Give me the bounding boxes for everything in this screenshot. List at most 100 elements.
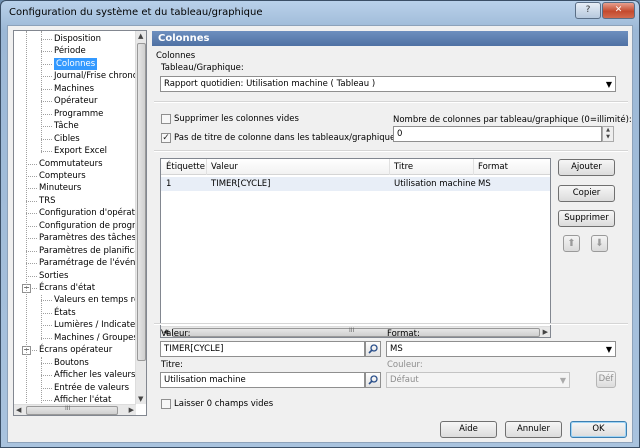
tree-item[interactable]: Paramètres de planificatio bbox=[39, 245, 146, 257]
spin-up-icon[interactable]: ▲ bbox=[603, 127, 613, 134]
tree-item[interactable]: Configuration d'opérateur bbox=[39, 207, 146, 219]
titre-lookup-button[interactable] bbox=[365, 372, 381, 388]
search-icon bbox=[368, 375, 378, 385]
close-button[interactable]: ✕ bbox=[602, 2, 635, 19]
copier-button[interactable]: Copier bbox=[558, 185, 615, 202]
chevron-down-icon: ▼ bbox=[605, 345, 612, 354]
tree-item[interactable]: TRS bbox=[39, 195, 56, 207]
tree-item[interactable]: Disposition bbox=[54, 33, 101, 45]
spin-down-icon[interactable]: ▼ bbox=[603, 134, 613, 141]
tree-item[interactable]: Machines / Groupes bbox=[54, 332, 138, 344]
tree-vertical-scrollbar[interactable]: ▲ ▼ bbox=[135, 31, 146, 404]
annuler-button[interactable]: Annuler bbox=[505, 421, 562, 438]
tree-item[interactable]: Paramétrage de l'événeme bbox=[39, 257, 146, 269]
num-cols-input[interactable]: 0 bbox=[393, 126, 602, 142]
window-title: Configuration du système et du tableau/g… bbox=[9, 7, 263, 18]
scroll-left-arrow-icon[interactable]: ◀ bbox=[16, 406, 21, 414]
tree-item[interactable]: Paramètres des tâches bbox=[39, 232, 136, 244]
column-separator[interactable] bbox=[206, 159, 207, 175]
tree-item[interactable]: Écrans d'état bbox=[39, 282, 95, 294]
aide-button[interactable]: Aide bbox=[440, 421, 497, 438]
tree-connector bbox=[41, 337, 52, 339]
tree-item[interactable]: Valeurs en temps réel bbox=[54, 294, 146, 306]
tree-item[interactable]: Configuration de programm bbox=[39, 220, 146, 232]
grid-horizontal-scrollbar[interactable]: ◀ III ▶ bbox=[161, 326, 550, 337]
scroll-grip-icon: III bbox=[65, 405, 71, 412]
tree-item[interactable]: Commutateurs bbox=[39, 158, 103, 170]
grid-hscroll-thumb[interactable]: III bbox=[172, 327, 540, 337]
search-icon bbox=[368, 344, 378, 354]
tree-item[interactable]: Colonnes bbox=[54, 57, 98, 70]
column-separator[interactable] bbox=[473, 159, 474, 175]
tree-item[interactable]: Entrée de valeurs bbox=[54, 382, 129, 394]
format-select[interactable]: MS ▼ bbox=[386, 341, 616, 357]
tree-scroll-thumb[interactable] bbox=[137, 43, 146, 361]
tableau-select[interactable]: Rapport quotidien: Utilisation machine (… bbox=[160, 76, 616, 92]
tree-item[interactable]: Afficher les valeurs bbox=[54, 369, 135, 381]
tree-connector bbox=[26, 175, 37, 177]
move-down-arrow-icon[interactable]: ⬇ bbox=[591, 235, 608, 252]
column-separator[interactable] bbox=[389, 159, 390, 175]
tree-guide bbox=[26, 31, 27, 403]
col-header-titre[interactable]: Titre bbox=[394, 162, 413, 172]
no-title-checkbox[interactable]: ✓ bbox=[161, 133, 171, 143]
scroll-up-arrow-icon[interactable]: ▲ bbox=[138, 32, 143, 40]
tree-connector bbox=[41, 63, 52, 65]
col-header-etiquette[interactable]: Étiquette bbox=[166, 162, 205, 172]
help-button[interactable]: ? bbox=[575, 2, 601, 19]
tree-hscroll-thumb[interactable]: III bbox=[26, 405, 118, 415]
no-title-label: Pas de titre de colonne dans les tableau… bbox=[174, 133, 400, 143]
ok-button[interactable]: OK bbox=[570, 421, 627, 438]
scroll-grip-icon: III bbox=[349, 327, 355, 334]
settings-tree[interactable]: Disposition Période Colonnes Journal/Frise … bbox=[13, 30, 147, 416]
suppress-empty-label: Supprimer les colonnes vides bbox=[174, 114, 299, 124]
divider bbox=[154, 323, 628, 325]
tree-item[interactable]: Minuteurs bbox=[39, 182, 81, 194]
tree-horizontal-scrollbar[interactable]: ◀ III ▶ bbox=[14, 404, 136, 415]
move-up-arrow-icon[interactable]: ⬆ bbox=[563, 235, 580, 252]
tree-item[interactable]: Écrans opérateur bbox=[39, 344, 112, 356]
zero-fields-checkbox[interactable] bbox=[161, 399, 171, 409]
columns-grid[interactable]: Étiquette Valeur Titre Format 1 TIMER[CY… bbox=[160, 158, 551, 338]
tree-item[interactable]: Programme bbox=[54, 108, 103, 120]
tree-item[interactable]: Machines bbox=[54, 83, 94, 95]
titre-input[interactable]: Utilisation machine bbox=[160, 372, 365, 388]
scroll-right-arrow-icon[interactable]: ▶ bbox=[129, 406, 134, 414]
tree-guide bbox=[41, 31, 42, 153]
table-row[interactable]: 1 TIMER[CYCLE] Utilisation machine MS bbox=[161, 177, 550, 191]
supprimer-button[interactable]: Supprimer bbox=[558, 210, 615, 227]
tree-connector bbox=[41, 101, 52, 103]
tree-item[interactable]: Boutons bbox=[54, 357, 89, 369]
tree-connector bbox=[41, 400, 52, 402]
tree-connector bbox=[41, 151, 52, 153]
tree-item[interactable]: Compteurs bbox=[39, 170, 86, 182]
cell-titre: Utilisation machine bbox=[394, 179, 476, 189]
tree-item[interactable]: Tâche bbox=[54, 120, 79, 132]
num-cols-spinner[interactable]: ▲ ▼ bbox=[602, 126, 614, 142]
tree-connector bbox=[41, 76, 52, 78]
suppress-empty-checkbox[interactable] bbox=[161, 114, 171, 124]
title-bar[interactable]: Configuration du système et du tableau/g… bbox=[1, 1, 639, 25]
valeur-lookup-button[interactable] bbox=[365, 341, 381, 357]
col-header-format[interactable]: Format bbox=[478, 162, 508, 172]
tableau-label: Tableau/Graphique: bbox=[161, 63, 244, 73]
ajouter-button[interactable]: Ajouter bbox=[558, 159, 615, 176]
col-header-valeur[interactable]: Valeur bbox=[211, 162, 238, 172]
tree-item[interactable]: Période bbox=[54, 45, 86, 57]
tree-item[interactable]: Export Excel bbox=[54, 145, 107, 157]
tree-item[interactable]: Sorties bbox=[39, 270, 68, 282]
valeur-input[interactable]: TIMER[CYCLE] bbox=[160, 341, 365, 357]
tree-item[interactable]: Lumières / Indicateurs bbox=[54, 319, 146, 331]
tree-connector bbox=[41, 387, 52, 389]
valeur-label: Valeur: bbox=[161, 329, 191, 339]
scroll-right-arrow-icon[interactable]: ▶ bbox=[543, 328, 548, 336]
tree-connector bbox=[26, 225, 37, 227]
tree-item[interactable]: Cibles bbox=[54, 133, 80, 145]
cell-valeur: TIMER[CYCLE] bbox=[211, 179, 271, 189]
def-button[interactable]: Déf bbox=[596, 371, 616, 388]
scroll-down-arrow-icon[interactable]: ▼ bbox=[138, 395, 143, 403]
tree-item[interactable]: Journal/Frise chronolo bbox=[54, 70, 145, 82]
tree-connector bbox=[41, 138, 52, 140]
tree-item[interactable]: Opérateur bbox=[54, 95, 97, 107]
tree-item[interactable]: États bbox=[54, 307, 76, 319]
